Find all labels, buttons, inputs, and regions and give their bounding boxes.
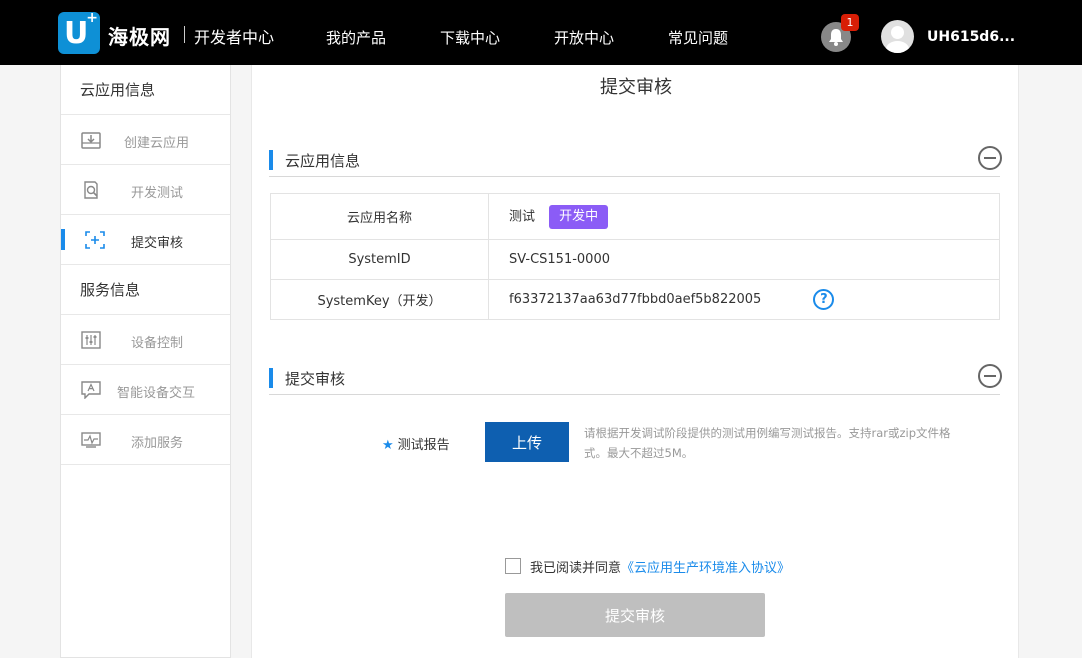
- nav-open-center[interactable]: 开放中心: [554, 27, 614, 48]
- active-indicator: [61, 229, 65, 250]
- bell-icon: [829, 29, 843, 46]
- chat-a-icon: [81, 381, 101, 399]
- collapse-icon[interactable]: [978, 364, 1002, 388]
- agree-checkbox[interactable]: [505, 558, 521, 574]
- table-key: SystemKey（开发）: [270, 279, 489, 320]
- required-star-icon: ★: [382, 438, 394, 453]
- section-title: 云应用信息: [285, 152, 361, 170]
- nav-my-products[interactable]: 我的产品: [326, 27, 386, 48]
- review-section-header: 提交审核: [269, 364, 1002, 395]
- magnifier-doc-icon: [84, 181, 98, 199]
- sidebar-item-device-control[interactable]: 设备控制: [61, 315, 230, 365]
- table-key: 云应用名称: [270, 193, 489, 240]
- app-name-value: 测试: [509, 209, 536, 224]
- help-icon[interactable]: ?: [813, 289, 835, 310]
- agreement-link[interactable]: 《云应用生产环境准入协议》: [621, 561, 790, 576]
- sidebar-item-label: 创建云应用: [124, 136, 190, 151]
- section-title: 提交审核: [285, 370, 346, 388]
- test-report-label: ★ 测试报告: [382, 434, 450, 453]
- sidebar-section-title: 服务信息: [61, 265, 230, 315]
- table-key: SystemID: [270, 239, 489, 280]
- logo-plus: +: [86, 10, 98, 26]
- nav-faq[interactable]: 常见问题: [668, 27, 728, 48]
- sidebar-item-label: 设备控制: [131, 336, 184, 351]
- sidebar-item-label: 添加服务: [131, 436, 184, 451]
- pulse-monitor-icon: [81, 432, 101, 448]
- sidebar-item-label: 智能设备交互: [117, 386, 196, 401]
- sidebar-item-add-service[interactable]: 添加服务: [61, 415, 230, 465]
- sidebar: 云应用信息 创建云应用 开发测试 提交审核 服务信息 设备控制 智能设备交互 添…: [60, 65, 231, 658]
- table-row: SystemKey（开发） f63372137aa63d77fbbd0aef5b…: [270, 279, 1000, 320]
- table-row: SystemID SV-CS151-0000: [270, 239, 1000, 280]
- section-marker: [269, 368, 273, 388]
- upload-button[interactable]: 上传: [485, 422, 569, 462]
- table-row: 云应用名称 测试 开发中: [270, 193, 1000, 240]
- top-bar: U + 海极网 开发者中心 我的产品 下载中心 开放中心 常见问题 1 UH61…: [0, 0, 1082, 65]
- sidebar-item-label: 开发测试: [131, 186, 184, 201]
- sidebar-item-dev-test[interactable]: 开发测试: [61, 165, 230, 215]
- upload-hint: 请根据开发调试阶段提供的测试用例编写测试报告。支持rar或zip文件格式。最大不…: [584, 426, 951, 460]
- sidebar-section-title: 云应用信息: [61, 65, 230, 115]
- system-key-value: f63372137aa63d77fbbd0aef5b822005: [509, 292, 762, 307]
- main-panel: 提交审核 云应用信息 云应用名称 测试 开发中 SystemID SV-CS15…: [251, 65, 1019, 658]
- status-badge: 开发中: [549, 204, 609, 229]
- sidebar-item-smart-interaction[interactable]: 智能设备交互: [61, 365, 230, 415]
- agreement-row: 我已阅读并同意《云应用生产环境准入协议》: [505, 557, 790, 576]
- download-box-icon: [81, 132, 101, 149]
- logo[interactable]: U +: [58, 10, 100, 54]
- table-value-cell: 测试 开发中: [488, 193, 1000, 240]
- agreement-text: 我已阅读并同意: [530, 561, 622, 576]
- username[interactable]: UH615d6...: [927, 29, 1015, 45]
- avatar-body-shape: [886, 41, 909, 53]
- sliders-icon: [81, 331, 101, 349]
- submit-review-button[interactable]: 提交审核: [505, 593, 765, 637]
- sidebar-item-submit-review[interactable]: 提交审核: [61, 215, 230, 265]
- avatar[interactable]: [881, 20, 914, 53]
- brand-divider: [184, 26, 185, 43]
- brand-name[interactable]: 海极网: [108, 21, 171, 50]
- logo-letter: U: [64, 16, 89, 51]
- app-info-table: 云应用名称 测试 开发中 SystemID SV-CS151-0000 Syst…: [270, 193, 1000, 320]
- app-info-section-header: 云应用信息: [269, 146, 1002, 177]
- plus-frame-icon: [85, 231, 105, 249]
- notification-count-badge: 1: [841, 14, 859, 31]
- page-title: 提交审核: [600, 77, 672, 98]
- collapse-icon[interactable]: [978, 146, 1002, 170]
- table-value-cell: f63372137aa63d77fbbd0aef5b822005 ?: [488, 279, 1000, 320]
- brand-subtitle: 开发者中心: [194, 28, 275, 47]
- nav-download-center[interactable]: 下载中心: [440, 27, 500, 48]
- sidebar-item-label: 提交审核: [131, 236, 184, 251]
- test-report-label-text: 测试报告: [397, 438, 450, 453]
- section-marker: [269, 150, 273, 170]
- sidebar-item-create-app[interactable]: 创建云应用: [61, 115, 230, 165]
- avatar-head-shape: [891, 26, 904, 39]
- system-id-value: SV-CS151-0000: [488, 239, 1000, 280]
